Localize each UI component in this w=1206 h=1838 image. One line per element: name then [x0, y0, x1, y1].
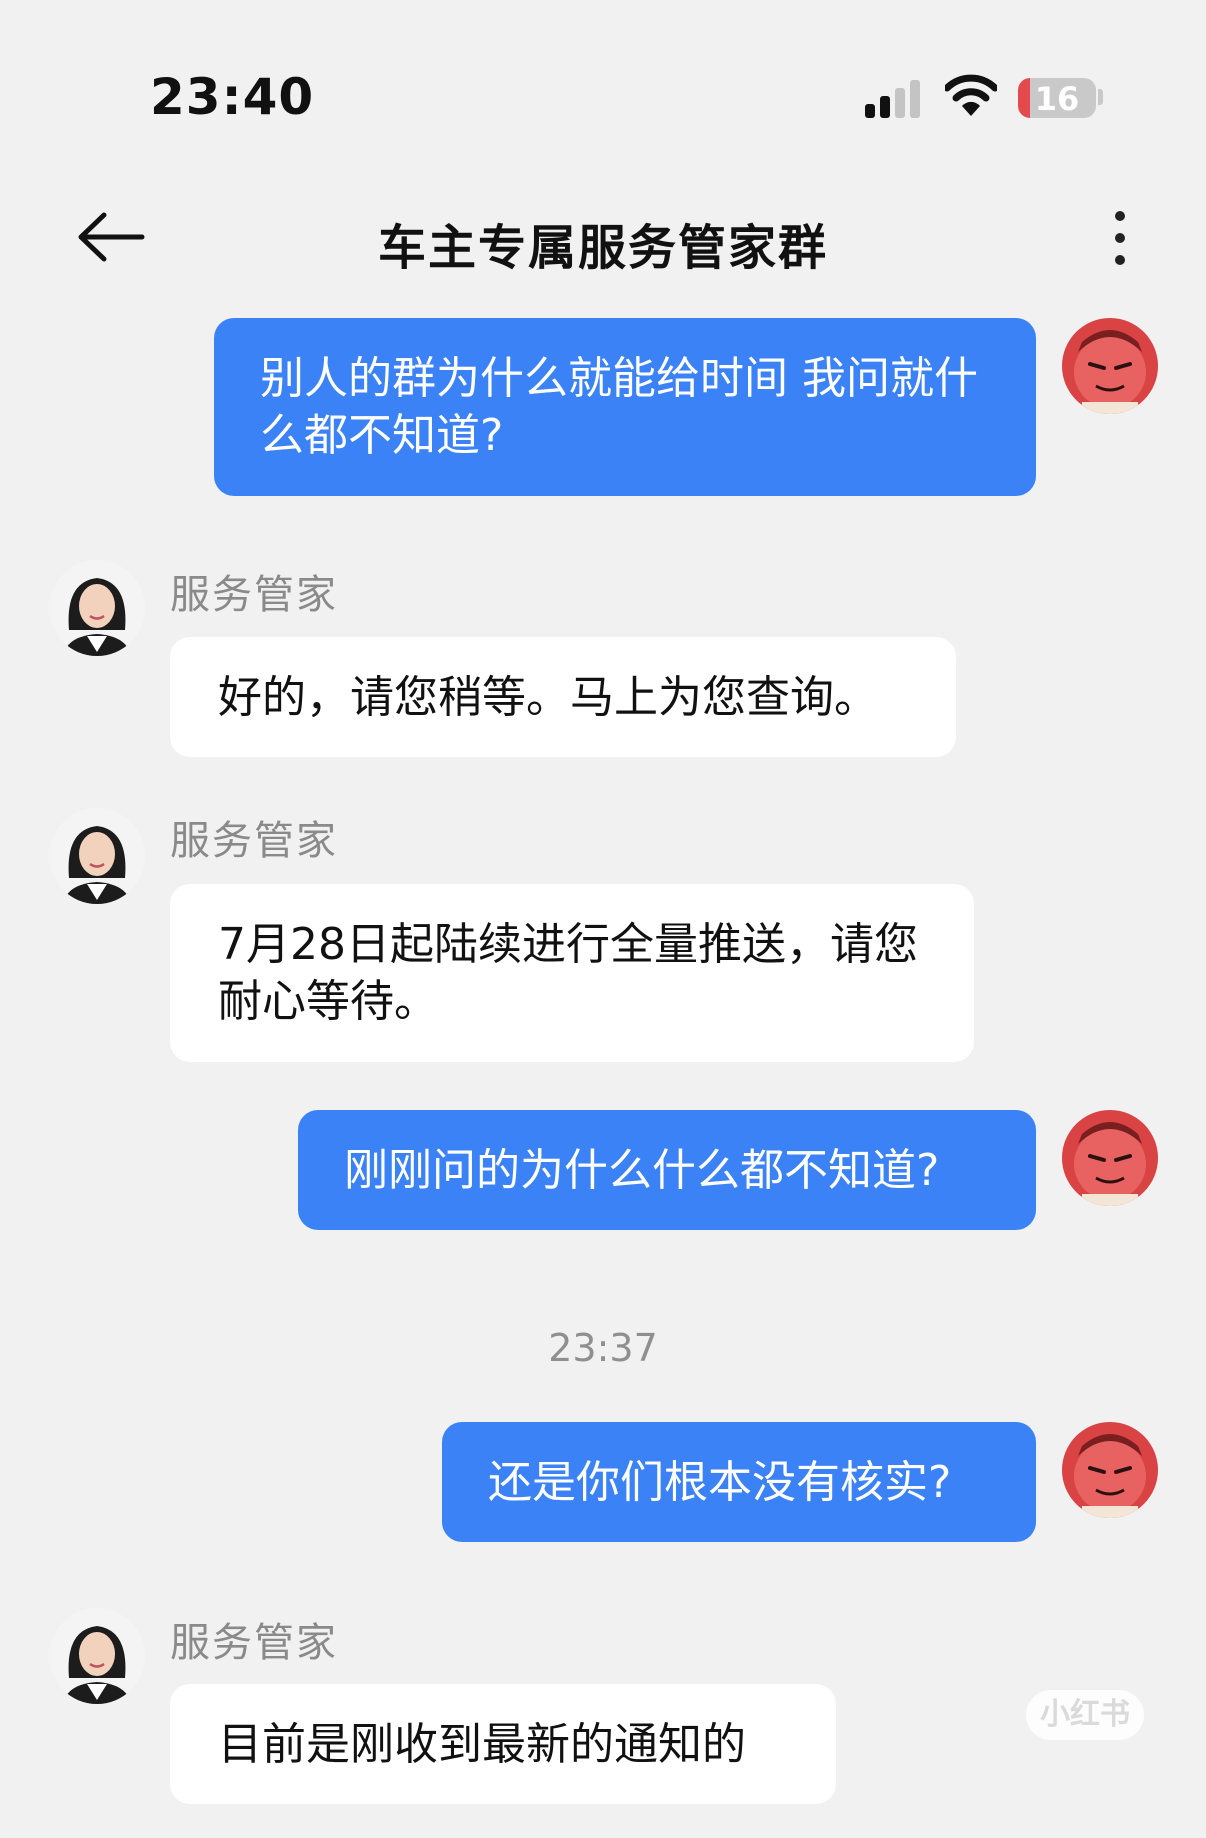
message-text: 好的，请您稍等。马上为您查询。 — [218, 672, 878, 723]
user-avatar[interactable] — [1062, 1110, 1158, 1206]
status-time: 23:40 — [150, 68, 315, 126]
sender-name: 服务管家 — [170, 572, 338, 618]
battery-percentage: 16 — [1034, 80, 1080, 118]
message-timestamp: 23:37 — [548, 1326, 658, 1370]
wifi-icon — [945, 74, 997, 116]
message-text: 7月28日起陆续进行全量推送，请您耐心等待。 — [218, 919, 918, 1027]
message-text: 还是你们根本没有核实? — [488, 1457, 952, 1508]
sender-name: 服务管家 — [170, 818, 338, 864]
battery-cap — [1098, 89, 1103, 105]
user-avatar[interactable] — [1062, 1422, 1158, 1518]
service-agent-avatar[interactable] — [49, 1608, 145, 1704]
status-bar: 23:40 16 — [0, 0, 1206, 190]
outgoing-message-bubble[interactable]: 还是你们根本没有核实? — [442, 1422, 1036, 1542]
more-options-icon[interactable] — [1100, 208, 1140, 268]
cellular-signal-icon — [865, 80, 920, 118]
chat-title: 车主专属服务管家群 — [377, 220, 828, 276]
chat-header: 车主专属服务管家群 — [0, 190, 1206, 280]
user-avatar[interactable] — [1062, 318, 1158, 414]
battery-icon: 16 — [1018, 78, 1096, 118]
message-text: 目前是刚收到最新的通知的 — [218, 1719, 746, 1770]
outgoing-message-bubble[interactable]: 刚刚问的为什么什么都不知道? — [298, 1110, 1036, 1230]
message-text: 刚刚问的为什么什么都不知道? — [344, 1145, 940, 1196]
incoming-message-bubble[interactable]: 目前是刚收到最新的通知的 — [170, 1684, 836, 1804]
incoming-message-bubble[interactable]: 好的，请您稍等。马上为您查询。 — [170, 637, 956, 757]
message-text: 别人的群为什么就能给时间 我问就什么都不知道? — [260, 353, 978, 461]
incoming-message-bubble[interactable]: 7月28日起陆续进行全量推送，请您耐心等待。 — [170, 884, 974, 1062]
xiaohongshu-watermark: 小红书 — [1026, 1690, 1144, 1740]
service-agent-avatar[interactable] — [49, 808, 145, 904]
sender-name: 服务管家 — [170, 1620, 338, 1666]
outgoing-message-bubble[interactable]: 别人的群为什么就能给时间 我问就什么都不知道? — [214, 318, 1036, 496]
service-agent-avatar[interactable] — [49, 560, 145, 656]
